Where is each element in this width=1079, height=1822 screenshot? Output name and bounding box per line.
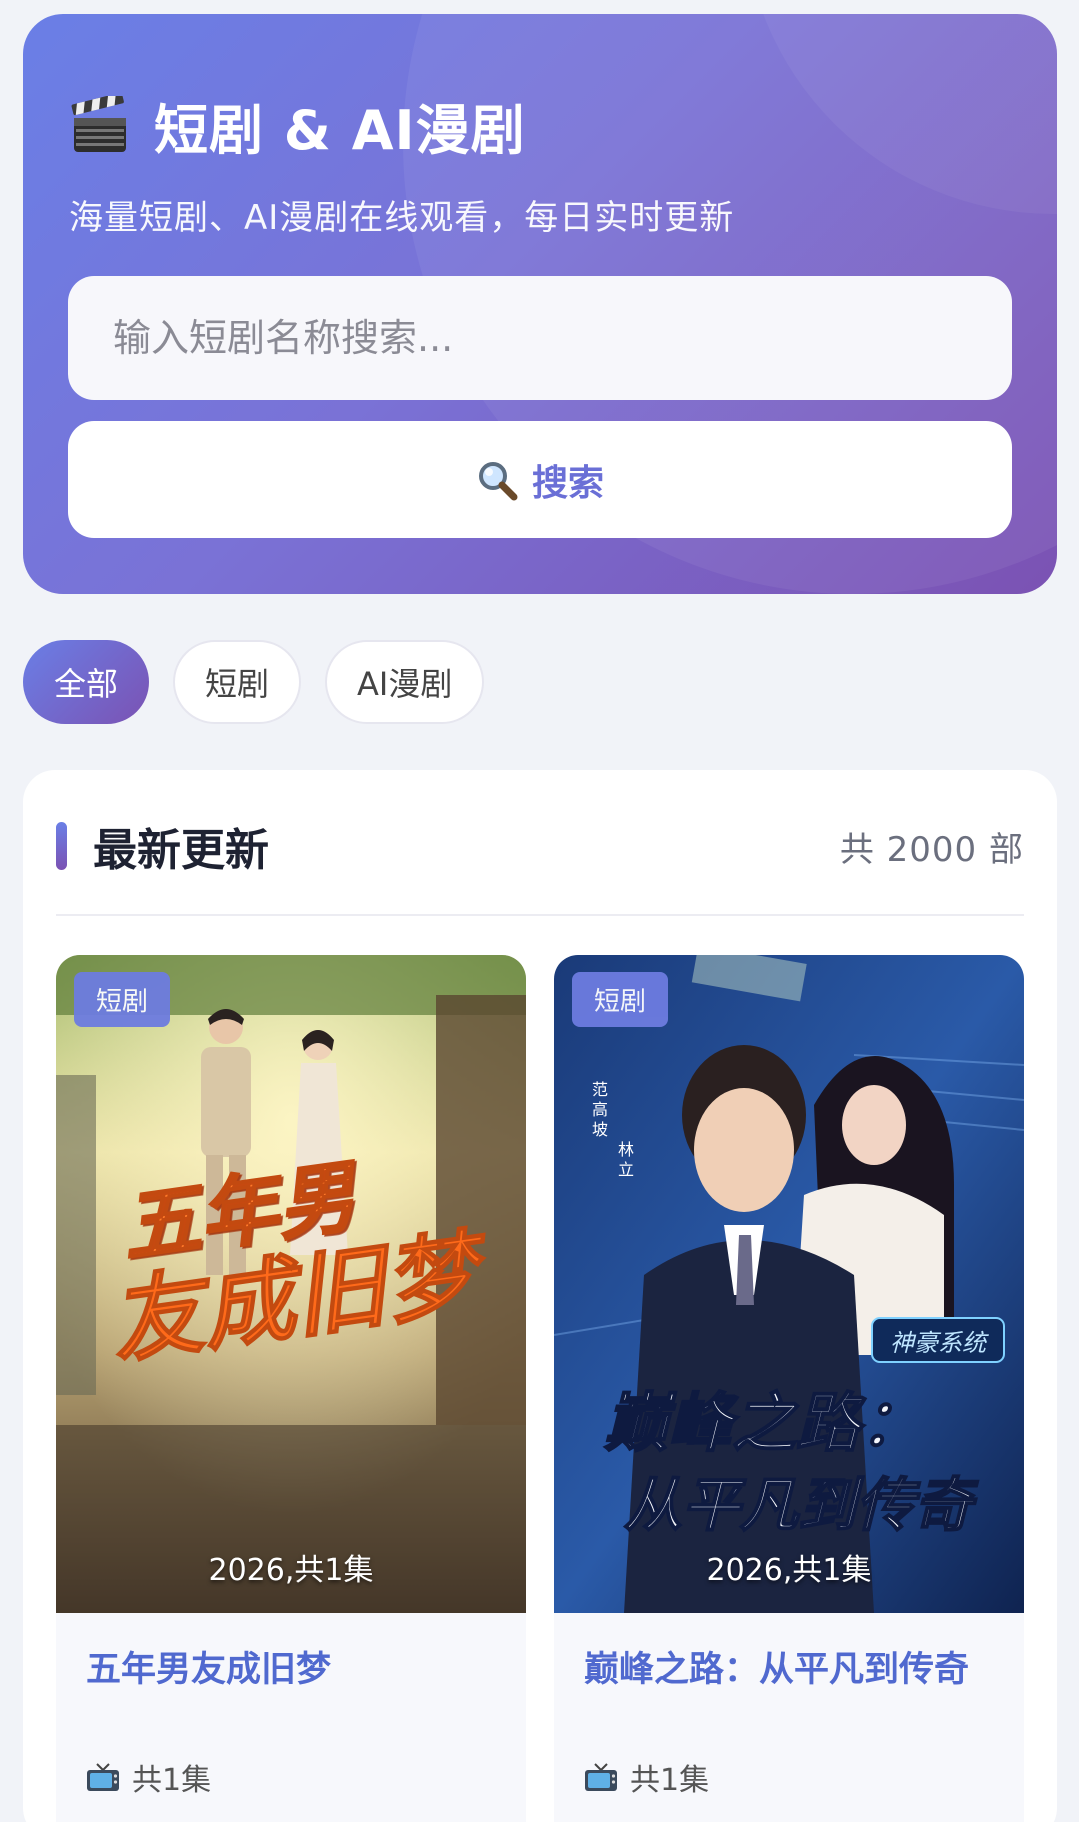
section-divider (56, 914, 1024, 916)
drama-card[interactable]: 五年男 友成旧梦 短剧 2026,共1集 五年男友成旧梦 共1集 (56, 955, 526, 1822)
section-accent-bar (56, 822, 67, 870)
poster-cast-label: 坡 (592, 1120, 608, 1139)
episode-count-text: 共1集 (132, 1763, 212, 1798)
poster-cast-label: 范 (592, 1080, 608, 1099)
filter-all[interactable]: 全部 (23, 640, 150, 724)
tv-icon (87, 1763, 119, 1791)
poster-cast-label: 立 (618, 1160, 634, 1179)
poster-year-episodes: 2026,共1集 (706, 1553, 872, 1588)
app-title-text: 短剧 & AI漫剧 (154, 99, 526, 162)
clapperboard-icon (71, 95, 126, 152)
section-title: 最新更新 (93, 825, 269, 876)
search-button-label: 搜索 (531, 462, 604, 504)
poster-cast-label: 高 (592, 1100, 608, 1119)
hero-subtitle: 海量短剧、AI漫剧在线观看，每日实时更新 (69, 198, 735, 238)
search-input[interactable] (68, 276, 1012, 400)
search-button[interactable]: 搜索 (68, 421, 1012, 538)
poster-title-line1: 巅峰之路： (604, 1387, 924, 1461)
hero-banner: 短剧 & AI漫剧 海量短剧、AI漫剧在线观看，每日实时更新 搜索 (23, 14, 1057, 594)
drama-title[interactable]: 五年男友成旧梦 (86, 1641, 331, 1692)
poster-image: 范 高 坡 林 立 巅峰之路： 从平凡到传奇 (554, 955, 1024, 1613)
poster-cast-label: 林 (618, 1140, 634, 1159)
category-filters: 全部 短剧 AI漫剧 (23, 640, 485, 724)
drama-poster[interactable]: 五年男 友成旧梦 短剧 2026,共1集 (56, 955, 526, 1613)
drama-title[interactable]: 巅峰之路：从平凡到传奇 (584, 1641, 969, 1692)
poster-badge: 神豪系统 (890, 1328, 986, 1357)
section-header: 最新更新 共 2000 部 (56, 806, 1024, 886)
poster-image: 五年男 友成旧梦 (56, 955, 526, 1613)
filter-ai-comic-label: AI漫剧 (357, 665, 453, 703)
episode-count-text: 共1集 (630, 1763, 710, 1798)
drama-poster[interactable]: 范 高 坡 林 立 巅峰之路： 从平凡到传奇 神豪系统 短剧 2026,共1集 (554, 955, 1024, 1613)
episode-count: 共1集 (584, 1755, 709, 1799)
section-count: 共 2000 部 (839, 829, 1024, 870)
app-title: 短剧 & AI漫剧 (70, 86, 526, 165)
filter-short-drama-label: 短剧 (205, 665, 270, 703)
latest-updates-panel: 最新更新 共 2000 部 五年男 友成旧梦 短剧 2026,共1集 五年男友成… (23, 770, 1057, 1822)
episode-count: 共1集 (86, 1755, 211, 1799)
category-tag: 短剧 (74, 972, 170, 1027)
poster-year-episodes: 2026,共1集 (208, 1553, 374, 1588)
filter-ai-comic[interactable]: AI漫剧 (325, 640, 485, 724)
category-tag: 短剧 (572, 972, 668, 1027)
magnifier-icon (478, 461, 518, 500)
tv-icon (585, 1763, 617, 1791)
drama-card[interactable]: 范 高 坡 林 立 巅峰之路： 从平凡到传奇 神豪系统 短剧 2026,共1集 … (554, 955, 1024, 1822)
poster-title-line2: 从平凡到传奇 (624, 1471, 979, 1539)
filter-all-label: 全部 (54, 665, 119, 703)
filter-short-drama[interactable]: 短剧 (173, 640, 302, 724)
